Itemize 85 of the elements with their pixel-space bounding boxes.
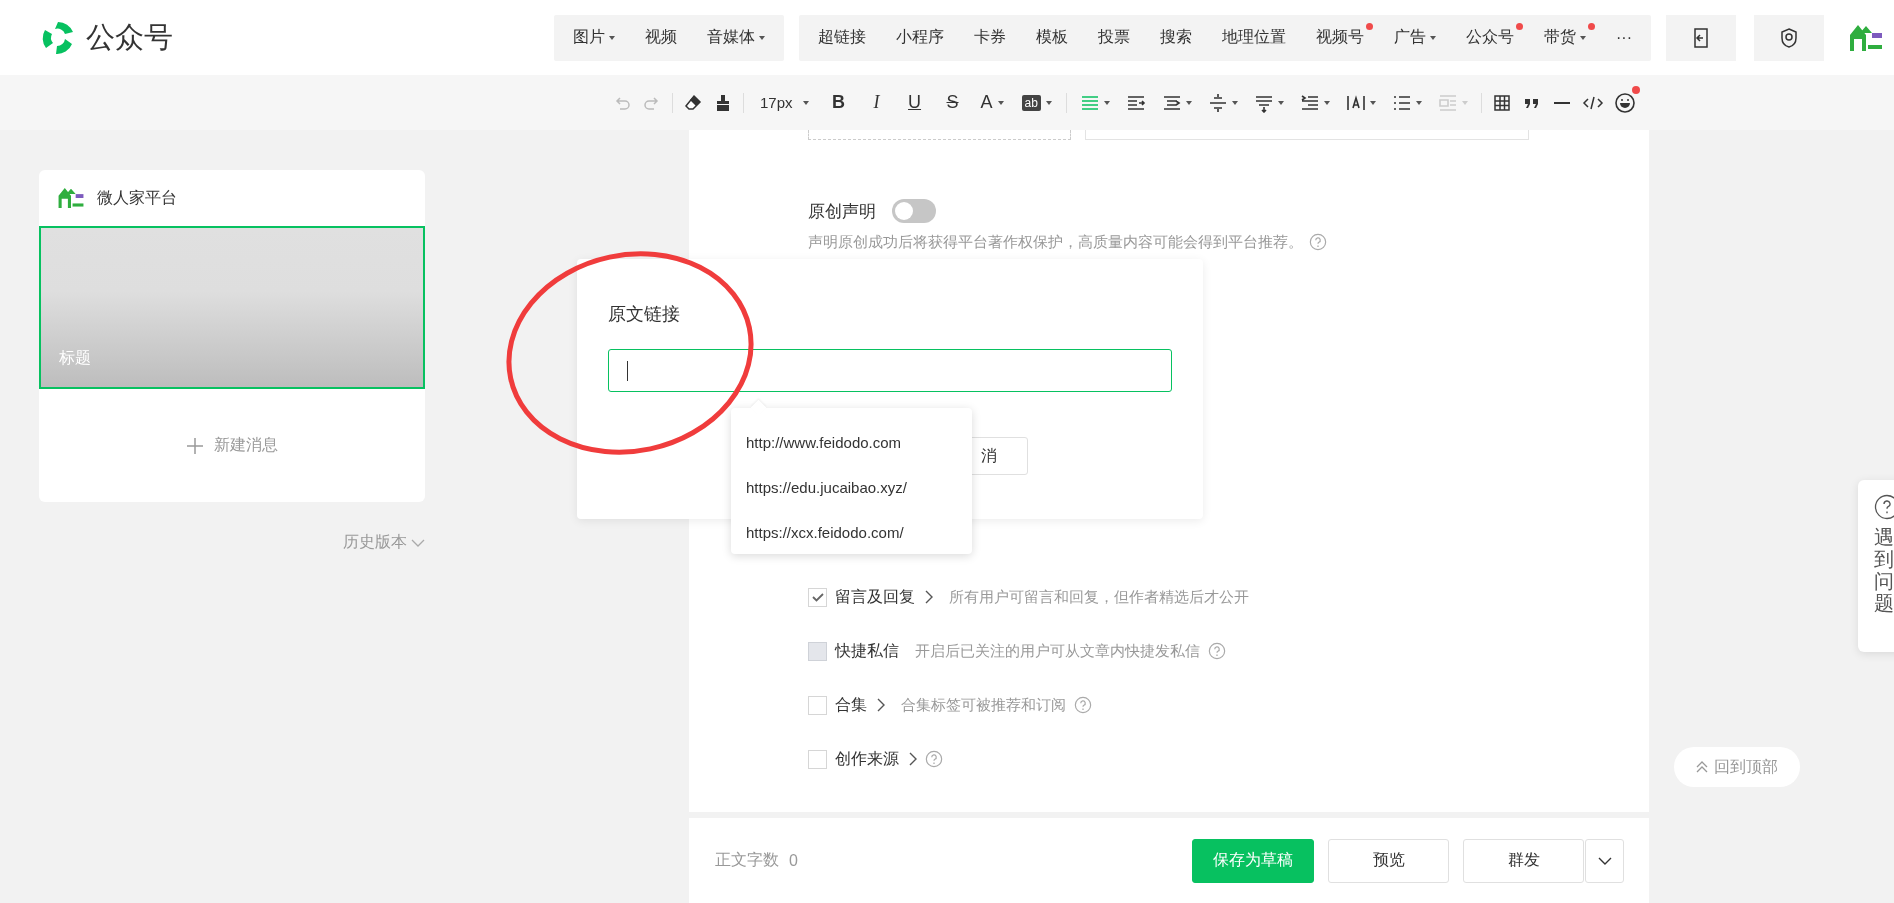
nav-item[interactable]: 卡券 xyxy=(959,14,1021,61)
caret-icon xyxy=(1580,35,1586,40)
caret-icon xyxy=(802,100,809,105)
notification-dot xyxy=(1516,22,1523,30)
chevron-right-icon[interactable] xyxy=(909,752,917,766)
plus-icon xyxy=(186,436,204,455)
emoji-icon[interactable] xyxy=(1613,91,1636,114)
suggestion-item[interactable]: https://xcx.feidodo.com/ xyxy=(731,510,972,555)
checkbox[interactable] xyxy=(808,587,827,607)
caret-icon xyxy=(1103,100,1110,105)
nav-item[interactable]: 公众号 xyxy=(1451,14,1529,61)
caret-icon xyxy=(609,35,615,40)
nav-item[interactable]: 视频 xyxy=(630,14,692,61)
nav-item[interactable]: 小程序 xyxy=(881,14,959,61)
table-icon[interactable] xyxy=(1491,92,1512,113)
nav-item[interactable]: 地理位置 xyxy=(1207,14,1301,61)
document-arrow-icon xyxy=(1691,26,1711,49)
shield-icon xyxy=(1779,26,1799,49)
caret-icon xyxy=(1277,100,1284,105)
eraser-icon[interactable] xyxy=(683,92,703,113)
nav-item[interactable]: 音媒体 xyxy=(692,14,780,61)
chevron-right-icon[interactable] xyxy=(925,590,933,604)
italic-button[interactable]: I xyxy=(862,87,891,118)
font-size-dropdown[interactable]: 17px xyxy=(754,87,815,118)
bold-button[interactable]: B xyxy=(824,87,853,118)
article-title: 标题 xyxy=(59,348,91,368)
line-height-icon xyxy=(1207,92,1228,113)
caret-icon xyxy=(759,35,765,40)
text-indent-icon xyxy=(1299,92,1320,113)
underline-button[interactable]: U xyxy=(900,87,929,118)
float-icon xyxy=(1437,92,1458,113)
notification-dot xyxy=(1366,22,1373,30)
nav-item[interactable]: 超链接 xyxy=(803,14,881,61)
word-count: 0 xyxy=(789,851,798,870)
caret-icon xyxy=(1323,100,1330,105)
nav-item[interactable]: 投票 xyxy=(1083,14,1145,61)
caret-icon xyxy=(1185,100,1192,105)
nav-item[interactable]: 广告 xyxy=(1379,14,1451,61)
option-label[interactable]: 留言及回复 xyxy=(835,586,915,608)
exit-document-button[interactable] xyxy=(1666,14,1736,61)
caret-icon xyxy=(1430,35,1436,40)
chevron-down-icon xyxy=(411,538,425,547)
account-name: 微人家平台 xyxy=(97,187,177,208)
house-logo-icon xyxy=(57,186,85,210)
notification-dot xyxy=(1588,22,1595,30)
app-name: 公众号 xyxy=(86,19,173,55)
action-button[interactable]: 群发 xyxy=(1463,838,1584,883)
option-description: 开启后已关注的用户可从文章内快捷发私信 xyxy=(915,641,1200,661)
word-count-label: 正文字数 xyxy=(715,850,779,870)
strike-button[interactable]: S xyxy=(938,87,967,118)
nav-item[interactable]: 图片 xyxy=(558,14,630,61)
color-button[interactable]: A xyxy=(976,87,1008,118)
caret-icon xyxy=(1415,100,1422,105)
checkbox[interactable] xyxy=(808,695,827,715)
caret-icon xyxy=(997,100,1004,105)
nav-item[interactable]: 带货 xyxy=(1529,14,1601,61)
option-label[interactable]: 合集 xyxy=(835,694,867,716)
toggle-switch[interactable] xyxy=(892,199,936,223)
link-input-field[interactable] xyxy=(608,349,1172,392)
chevron-down-icon xyxy=(1597,856,1612,865)
caret-icon xyxy=(1369,100,1376,105)
caret-icon xyxy=(1461,100,1468,105)
nav-item[interactable]: 视频号 xyxy=(1301,14,1379,61)
original-description: 声明原创成功后将获得平台著作权保护，高质量内容可能会得到平台推荐。 xyxy=(808,232,1303,252)
input-field[interactable] xyxy=(1085,130,1529,140)
help-text: 遇到问题 xyxy=(1874,526,1894,614)
check-icon xyxy=(810,590,825,604)
highlight-button[interactable]: ab xyxy=(1017,87,1056,118)
caret-icon xyxy=(1045,100,1052,105)
option-description: 所有用户可留言和回复，但作者精选后才公开 xyxy=(949,587,1249,607)
action-button[interactable]: 预览 xyxy=(1328,838,1449,883)
nav-item[interactable]: 模板 xyxy=(1021,14,1083,61)
dialog-title: 原文链接 xyxy=(608,303,681,326)
original-declaration-label: 原创声明 xyxy=(808,200,876,223)
help-icon xyxy=(1874,494,1894,520)
double-chevron-up-icon xyxy=(1696,761,1708,773)
caret-icon xyxy=(1231,100,1238,105)
shield-button[interactable] xyxy=(1754,14,1824,61)
chevron-right-icon[interactable] xyxy=(877,698,885,712)
option-description: 合集标签可被推荐和订阅 xyxy=(901,695,1066,715)
option-label[interactable]: 创作来源 xyxy=(835,748,899,770)
nav-item[interactable]: ··· xyxy=(1601,14,1647,61)
nav-item[interactable]: 搜索 xyxy=(1145,14,1207,61)
help-panel[interactable]: 遇到问题 xyxy=(1858,480,1894,652)
checkbox[interactable] xyxy=(808,749,827,769)
